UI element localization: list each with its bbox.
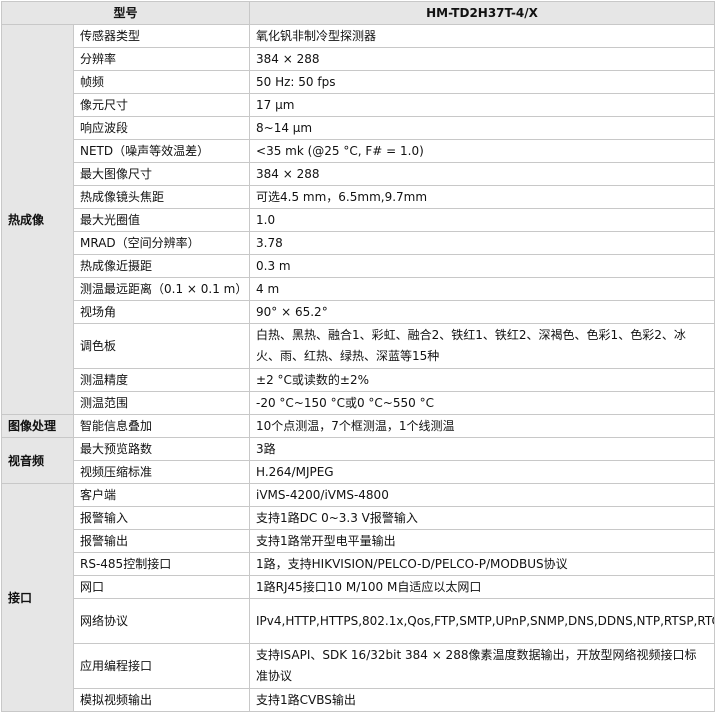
spec-value: 3.78 (249, 231, 716, 255)
spec-row: 测温范围 -20 °C~150 °C或0 °C~550 °C (2, 391, 716, 415)
spec-key: 测温精度 (72, 368, 251, 392)
spec-key: 报警输出 (72, 529, 251, 553)
spec-value: 17 μm (249, 93, 716, 117)
spec-value: 支持1路常开型电平量输出 (249, 529, 716, 553)
category-label: 热成像 (1, 24, 74, 415)
model-name: HM-TD2H37T-4/X (249, 1, 716, 25)
spec-value: 1路RJ45接口10 M/100 M自适应以太网口 (249, 575, 716, 599)
spec-key: 热成像镜头焦距 (72, 185, 251, 209)
spec-row: MRAD（空间分辨率） 3.78 (2, 231, 716, 255)
spec-row: 热成像 传感器类型 氧化钒非制冷型探测器 (1, 24, 716, 415)
spec-key: 分辨率 (72, 47, 251, 71)
spec-value: 支持1路DC 0~3.3 V报警输入 (249, 506, 716, 530)
spec-row: 视音频 最大预览路数 3路 (1, 437, 716, 484)
spec-key: 网络协议 (72, 598, 251, 644)
spec-value: 10个点测温，7个框测温，1个线测温 (249, 414, 716, 438)
spec-row: 模拟视频输出 支持1路CVBS输出 (2, 688, 716, 712)
spec-row: 视场角 90° × 65.2° (2, 300, 716, 324)
spec-row: 测温最远距离（0.1 × 0.1 m） 4 m (2, 277, 716, 301)
spec-row: 响应波段 8~14 μm (2, 116, 716, 140)
spec-key: 响应波段 (72, 116, 251, 140)
category-label: 接口 (1, 483, 74, 712)
spec-value: 支持1路CVBS输出 (249, 688, 716, 712)
spec-key: NETD（噪声等效温差） (72, 139, 251, 163)
category-label: 视音频 (1, 437, 74, 484)
spec-key: 视频压缩标准 (72, 460, 251, 484)
spec-value: 0.3 m (249, 254, 716, 278)
spec-key: 最大图像尺寸 (72, 162, 251, 186)
spec-key: 智能信息叠加 (72, 414, 251, 438)
spec-value: 1路，支持HIKVISION/PELCO-D/PELCO-P/MODBUS协议 (249, 552, 716, 576)
spec-row: 热成像镜头焦距 可选4.5 mm，6.5mm,9.7mm (2, 185, 716, 209)
spec-key: 传感器类型 (72, 24, 251, 48)
spec-value: 90° × 65.2° (249, 300, 716, 324)
spec-row: 最大光圈值 1.0 (2, 208, 716, 232)
spec-value: <35 mk (@25 °C, F# = 1.0) (249, 139, 716, 163)
spec-table: 型号 HM-TD2H37T-4/X 热成像 传感器类型 氧化钒非制冷型探测器 分辨率 3… (0, 1, 716, 712)
spec-value: 4 m (249, 277, 716, 301)
spec-value: 支持ISAPI、SDK 16/32bit 384 × 288像素温度数据输出，开… (249, 643, 716, 689)
spec-value: 384 × 288 (249, 162, 716, 186)
spec-key: 视场角 (72, 300, 251, 324)
spec-value: 8~14 μm (249, 116, 716, 140)
spec-value: 1.0 (249, 208, 716, 232)
spec-value: 384 × 288 (249, 47, 716, 71)
spec-value: -20 °C~150 °C或0 °C~550 °C (249, 391, 716, 415)
spec-row: 报警输入 支持1路DC 0~3.3 V报警输入 (2, 506, 716, 530)
spec-row: 最大图像尺寸 384 × 288 (2, 162, 716, 186)
spec-value: 50 Hz: 50 fps (249, 70, 716, 94)
spec-key: 测温范围 (72, 391, 251, 415)
header-row: 型号 HM-TD2H37T-4/X (0, 1, 716, 25)
spec-row: 网络协议 IPv4,HTTP,HTTPS,802.1x,Qos,FTP,SMTP,… (2, 598, 716, 644)
spec-value: 可选4.5 mm，6.5mm,9.7mm (249, 185, 716, 209)
spec-row: RS-485控制接口 1路，支持HIKVISION/PELCO-D/PELCO-P… (2, 552, 716, 576)
header-label: 型号 (0, 1, 251, 25)
spec-row: 分辨率 384 × 288 (2, 47, 716, 71)
spec-row: 图像处理 智能信息叠加 10个点测温，7个框测温，1个线测温 (1, 414, 716, 438)
spec-key: 调色板 (72, 323, 251, 369)
spec-key: 模拟视频输出 (72, 688, 251, 712)
spec-value: 氧化钒非制冷型探测器 (249, 24, 716, 48)
spec-key: 热成像近摄距 (72, 254, 251, 278)
spec-row: NETD（噪声等效温差） <35 mk (@25 °C, F# = 1.0) (2, 139, 716, 163)
spec-value: ±2 °C或读数的±2% (249, 368, 716, 392)
spec-row: 热成像近摄距 0.3 m (2, 254, 716, 278)
spec-value: 3路 (249, 437, 716, 461)
spec-key: 报警输入 (72, 506, 251, 530)
spec-key: 客户端 (72, 483, 251, 507)
spec-row: 调色板 白热、黑热、融合1、彩虹、融合2、铁红1、铁红2、深褐色、色彩1、色彩2、… (2, 323, 716, 369)
spec-key: MRAD（空间分辨率） (72, 231, 251, 255)
spec-row: 视频压缩标准 H.264/MJPEG (2, 460, 716, 484)
spec-key: 帧频 (72, 70, 251, 94)
spec-key: 像元尺寸 (72, 93, 251, 117)
spec-row: 报警输出 支持1路常开型电平量输出 (2, 529, 716, 553)
category-label: 图像处理 (1, 414, 74, 438)
spec-value: H.264/MJPEG (249, 460, 716, 484)
spec-value: 白热、黑热、融合1、彩虹、融合2、铁红1、铁红2、深褐色、色彩1、色彩2、冰火、… (249, 323, 716, 369)
spec-row: 测温精度 ±2 °C或读数的±2% (2, 368, 716, 392)
spec-key: 最大预览路数 (72, 437, 251, 461)
spec-value: iVMS-4200/iVMS-4800 (249, 483, 716, 507)
spec-key: 网口 (72, 575, 251, 599)
spec-row: 接口 客户端 iVMS-4200/iVMS-4800 (1, 483, 716, 712)
spec-row: 网口 1路RJ45接口10 M/100 M自适应以太网口 (2, 575, 716, 599)
spec-row: 像元尺寸 17 μm (2, 93, 716, 117)
spec-row: 帧频 50 Hz: 50 fps (2, 70, 716, 94)
spec-value: IPv4,HTTP,HTTPS,802.1x,Qos,FTP,SMTP,UPnP… (249, 598, 716, 644)
spec-key: 测温最远距离（0.1 × 0.1 m） (72, 277, 251, 301)
spec-key: 应用编程接口 (72, 643, 251, 689)
spec-key: RS-485控制接口 (72, 552, 251, 576)
spec-row: 应用编程接口 支持ISAPI、SDK 16/32bit 384 × 288像素温度… (2, 643, 716, 689)
spec-key: 最大光圈值 (72, 208, 251, 232)
